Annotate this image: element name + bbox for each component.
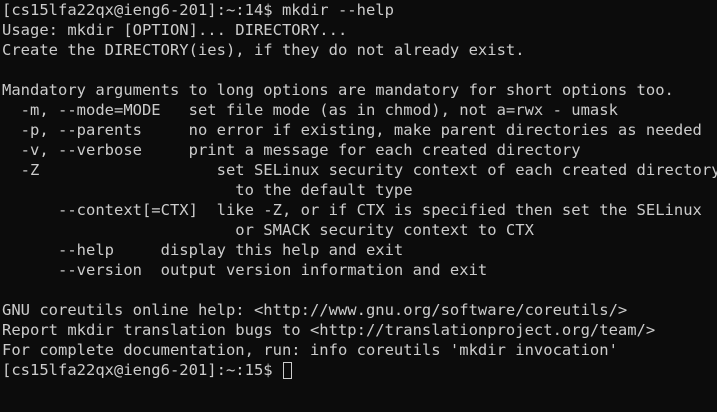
cursor-icon [282, 362, 292, 379]
output-line: For complete documentation, run: info co… [2, 341, 618, 359]
shell-prompt: [cs15lfa22qx@ieng6-201]:~:15$ [2, 361, 282, 379]
terminal-output: [cs15lfa22qx@ieng6-201]:~:14$ mkdir --he… [2, 0, 717, 360]
output-line: Usage: mkdir [OPTION]... DIRECTORY... [2, 21, 348, 39]
output-line: Mandatory arguments to long options are … [2, 81, 674, 99]
output-line: -p, --parents no error if existing, make… [2, 121, 702, 139]
output-line: [cs15lfa22qx@ieng6-201]:~:14$ mkdir --he… [2, 1, 394, 19]
output-line: GNU coreutils online help: <http://www.g… [2, 301, 628, 319]
output-line: Create the DIRECTORY(ies), if they do no… [2, 41, 525, 59]
output-line: -m, --mode=MODE set file mode (as in chm… [2, 101, 618, 119]
terminal-window[interactable]: [cs15lfa22qx@ieng6-201]:~:14$ mkdir --he… [0, 0, 717, 412]
output-line: -Z set SELinux security context of each … [2, 161, 717, 179]
output-line: --help display this help and exit [2, 241, 404, 259]
output-line: Report mkdir translation bugs to <http:/… [2, 321, 656, 339]
output-line: -v, --verbose print a message for each c… [2, 141, 581, 159]
output-line: --context[=CTX] like -Z, or if CTX is sp… [2, 201, 702, 219]
prompt-line[interactable]: [cs15lfa22qx@ieng6-201]:~:15$ [2, 360, 717, 380]
output-line: --version output version information and… [2, 261, 488, 279]
output-line: or SMACK security context to CTX [2, 221, 534, 239]
output-line: to the default type [2, 181, 413, 199]
